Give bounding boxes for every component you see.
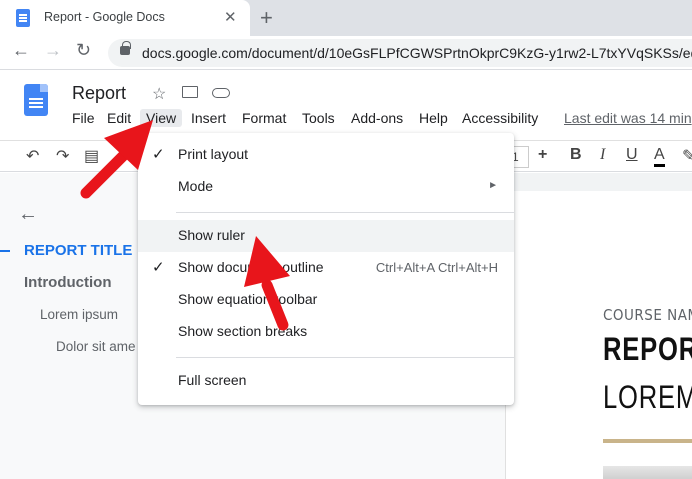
annotation-arrows	[80, 120, 290, 331]
arrow-to-view-menu	[80, 120, 153, 199]
arrow-to-show-ruler	[244, 236, 290, 331]
